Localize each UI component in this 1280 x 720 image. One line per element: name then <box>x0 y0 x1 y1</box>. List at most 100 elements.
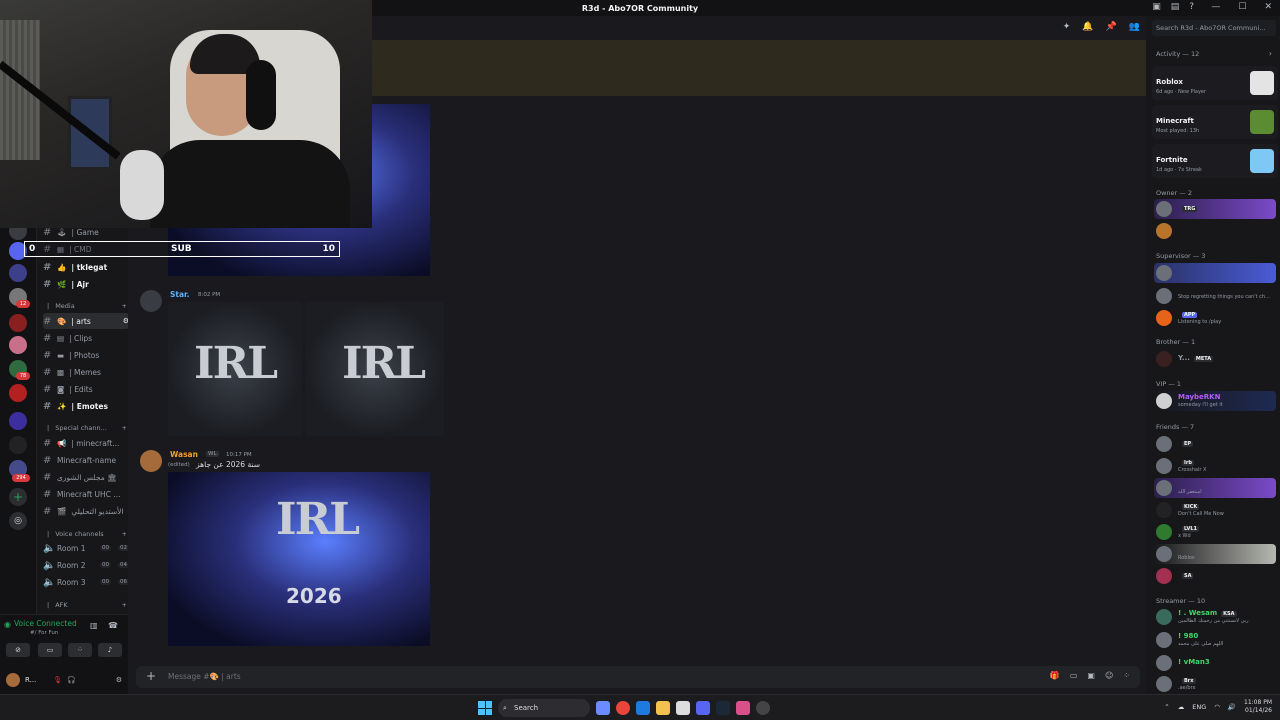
member-item[interactable]: ! vMan3 <box>1154 653 1276 673</box>
server-icon[interactable] <box>9 412 27 430</box>
deafened-icon[interactable]: 🎧 <box>67 676 76 684</box>
threads-icon[interactable]: ✦ <box>1063 22 1071 32</box>
message-input[interactable]: Message #🎨 | arts <box>168 672 241 681</box>
store-icon[interactable] <box>676 701 690 715</box>
member-item[interactable]: Irb Crosshair X <box>1154 456 1276 476</box>
steam-icon[interactable] <box>716 701 730 715</box>
member-item[interactable]: Brx .ae/brx <box>1154 674 1276 694</box>
member-item[interactable] <box>1154 263 1276 283</box>
maximize-icon[interactable]: ☐ <box>1238 2 1246 12</box>
member-item[interactable]: MaybeRKN someday i'll get it <box>1154 391 1276 411</box>
attachment-image[interactable]: IRL 2026 <box>168 472 430 646</box>
gift-icon[interactable]: 🎁 <box>1050 671 1060 680</box>
voice-channel-item[interactable]: 🔈 Room 2 00 04 <box>43 557 129 573</box>
sticker-icon[interactable]: ▣ <box>1087 671 1095 680</box>
bell-icon[interactable]: 🔔 <box>1082 22 1093 32</box>
member-item[interactable]: ! . Wesam KSA ربي لاتستثني من رحمتك الظالم… <box>1154 607 1276 627</box>
members-icon[interactable]: 👥 <box>1129 22 1140 32</box>
disconnect-icon[interactable]: ☎ <box>108 621 118 630</box>
voice-channel-item[interactable]: 🔈 Room 3 00 06 <box>43 574 129 590</box>
activity-card[interactable]: Roblox 6d ago · New Player <box>1152 66 1278 100</box>
category-media[interactable]: | Media + <box>47 302 127 310</box>
voice-channel-name[interactable]: #/ For Fun <box>30 630 58 636</box>
username[interactable]: R... <box>25 676 36 684</box>
member-item[interactable]: EP <box>1154 434 1276 454</box>
add-channel-icon[interactable]: + <box>122 424 127 432</box>
channel-item[interactable]: # ◙ | Edits <box>43 381 129 397</box>
file-explorer-icon[interactable] <box>656 701 670 715</box>
gear-icon[interactable]: ⚙ <box>116 676 122 684</box>
channel-item-arts[interactable]: # 🎨 | arts ⚙ <box>43 313 129 329</box>
apps-icon[interactable]: ⁘ <box>1123 671 1130 680</box>
server-icon[interactable] <box>9 436 27 454</box>
category-voice[interactable]: | Voice channels + <box>47 530 127 538</box>
voice-status[interactable]: Voice Connected <box>14 619 77 628</box>
discover-icon[interactable]: ◎ <box>9 512 27 530</box>
category-special[interactable]: | Special chann... + <box>47 424 127 432</box>
help-icon[interactable]: ? <box>1189 2 1194 12</box>
close-icon[interactable]: ✕ <box>1264 2 1272 12</box>
chevron-right-icon[interactable]: › <box>1269 49 1272 58</box>
channel-item[interactable]: # ✨ | Emotes <box>43 398 129 414</box>
channel-item[interactable]: # مجلس الشورى 🏛 <box>43 469 129 485</box>
avatar[interactable] <box>140 290 162 312</box>
screen-share-button[interactable]: ▭ <box>38 643 62 657</box>
member-item[interactable]: TRG <box>1154 199 1276 219</box>
member-item[interactable] <box>1154 221 1276 241</box>
channel-item[interactable]: # ▬ | Photos <box>43 347 129 363</box>
taskbar-search[interactable]: ⌕ Search <box>498 699 590 717</box>
volume-icon[interactable]: 🔊 <box>1228 703 1236 711</box>
app-icon[interactable] <box>736 701 750 715</box>
message-author[interactable]: Wasan <box>170 450 198 459</box>
pin-icon[interactable]: 📌 <box>1106 22 1117 32</box>
add-channel-icon[interactable]: + <box>122 302 127 310</box>
channel-item[interactable]: # 🌿 | Ajr <box>43 276 129 292</box>
attachment-image[interactable]: IRL <box>168 302 302 436</box>
mic-muted-icon[interactable]: 🎙 <box>53 676 62 684</box>
channel-item[interactable]: # ▤ | Clips <box>43 330 129 346</box>
camera-off-button[interactable]: ⊘ <box>6 643 30 657</box>
add-server-icon[interactable]: + <box>9 488 27 506</box>
discord-icon[interactable] <box>696 701 710 715</box>
member-item[interactable]: Stop regretting things you can't ch... <box>1154 286 1276 306</box>
windows-start-icon[interactable] <box>478 701 492 715</box>
channel-item[interactable]: # Minecraft-name <box>43 452 129 468</box>
lang-indicator[interactable]: ENG <box>1192 703 1206 711</box>
channel-item[interactable]: # 🎬 الأستديو التحليلي <box>43 503 129 519</box>
server-icon[interactable] <box>9 384 27 402</box>
member-item[interactable]: APP Listening to /play <box>1154 308 1276 328</box>
chevron-up-icon[interactable]: ⌃ <box>1164 703 1169 711</box>
channel-item[interactable]: # ▩ | Memes <box>43 364 129 380</box>
member-item[interactable]: LVL1 x Wd <box>1154 522 1276 542</box>
copilot-icon[interactable] <box>596 701 610 715</box>
member-item[interactable]: استغفر الله <box>1154 478 1276 498</box>
member-item[interactable]: ! 980 اللهم صلي على محمد <box>1154 630 1276 650</box>
message-author[interactable]: Star. <box>170 290 190 299</box>
member-item[interactable]: Roblox <box>1154 544 1276 564</box>
noise-suppression-icon[interactable]: ▥ <box>90 621 98 630</box>
member-item[interactable]: KICK Don't Call Me Now <box>1154 500 1276 520</box>
member-item[interactable]: SA <box>1154 566 1276 586</box>
avatar[interactable] <box>6 673 20 687</box>
chrome-icon[interactable] <box>616 701 630 715</box>
clock[interactable]: 11:08 PM 01/14/26 <box>1244 699 1272 715</box>
activities-button[interactable]: ⁘ <box>68 643 92 657</box>
category-afk[interactable]: | AFK + <box>47 601 127 609</box>
minimize-icon[interactable]: — <box>1211 2 1220 12</box>
activity-card[interactable]: Fortnite 1d ago · 7x Streak <box>1152 144 1278 178</box>
monitor-icon[interactable]: ▤ <box>1171 2 1180 12</box>
channel-item[interactable]: # 📢 | minecraft... <box>43 435 129 451</box>
activity-card[interactable]: Minecraft Most played: 13h <box>1152 105 1278 139</box>
member-item[interactable]: Y... META <box>1154 349 1276 369</box>
channel-item[interactable]: # Minecraft UHC ... <box>43 486 129 502</box>
attachment-image[interactable]: IRL <box>306 302 444 436</box>
wifi-icon[interactable]: ◠ <box>1214 703 1220 711</box>
channel-item[interactable]: # 👍 | tkIegat <box>43 259 129 275</box>
voice-channel-item[interactable]: 🔈 Room 1 00 02 <box>43 540 129 556</box>
soundboard-button[interactable]: ♪ <box>98 643 122 657</box>
server-icon[interactable] <box>9 314 27 332</box>
network-icon[interactable]: ☁ <box>1178 703 1185 711</box>
edge-icon[interactable] <box>636 701 650 715</box>
inbox-icon[interactable]: ▣ <box>1152 2 1161 12</box>
gif-icon[interactable]: ▭ <box>1070 671 1078 680</box>
